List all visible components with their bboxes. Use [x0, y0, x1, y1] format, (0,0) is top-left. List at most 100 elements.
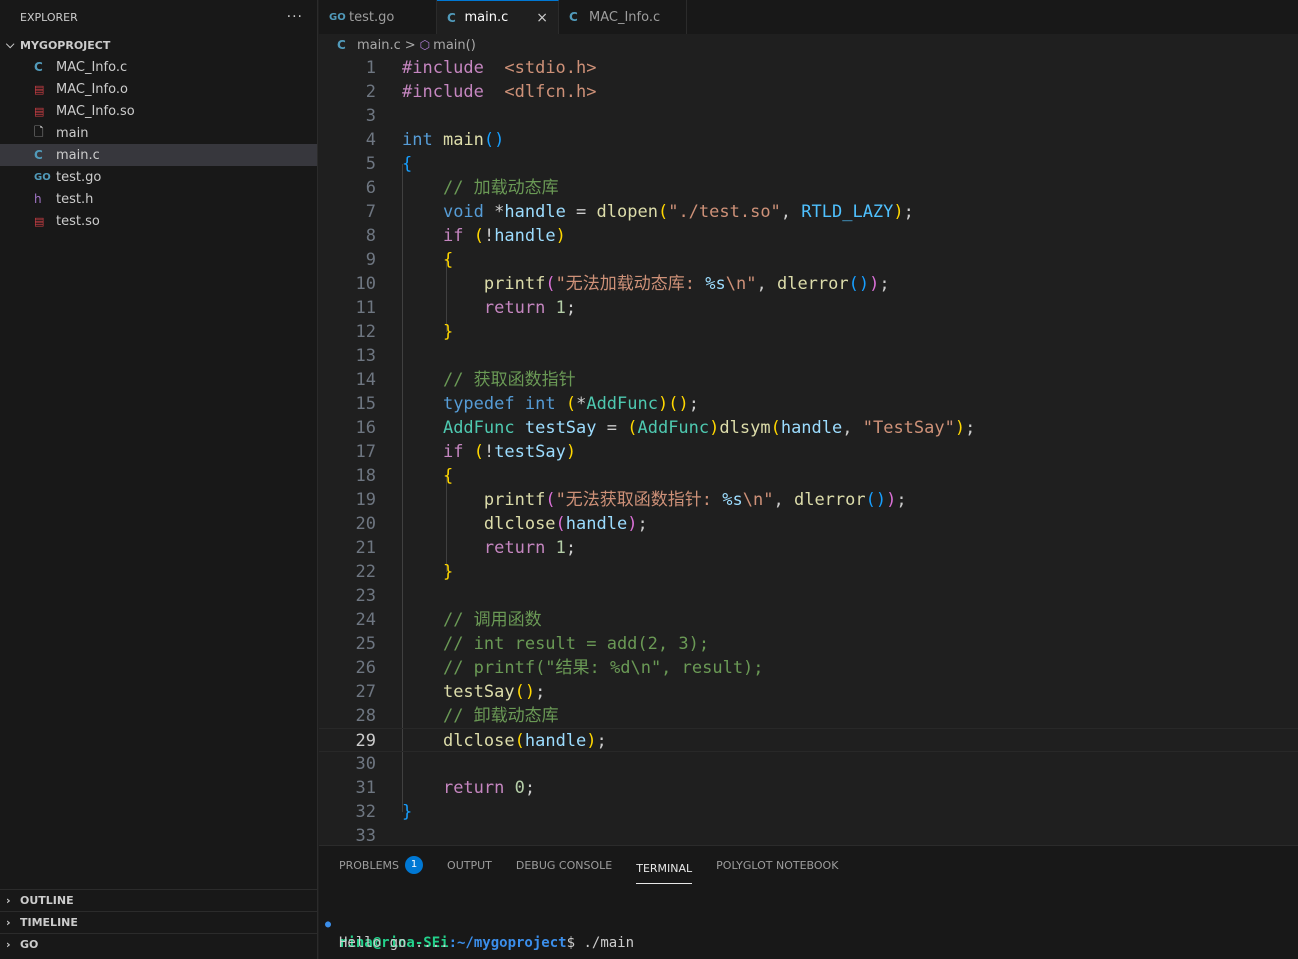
tab-output[interactable]: OUTPUT — [447, 846, 492, 884]
tab-debug-console[interactable]: DEBUG CONSOLE — [516, 846, 612, 884]
code-token: ; — [596, 731, 607, 751]
code-line[interactable]: 30 — [319, 752, 1298, 776]
code-token: testSay — [442, 682, 515, 702]
line-number: 24 — [355, 610, 376, 630]
code-line[interactable]: 17 if (!testSay) — [319, 440, 1298, 464]
go-section[interactable]: › GO — [0, 933, 318, 955]
outline-section[interactable]: › OUTLINE — [0, 889, 318, 911]
tab-test-go[interactable]: GO test.go — [319, 0, 437, 34]
code-text: printf("无法加载动态库: %s\n", dlerror()); — [402, 272, 890, 296]
more-actions-icon[interactable]: ··· — [287, 9, 303, 25]
file-item-test-so[interactable]: ▤ test.so — [0, 210, 317, 232]
code-line[interactable]: 2 #include <dlfcn.h> — [319, 80, 1298, 104]
code-token: , — [773, 490, 794, 510]
code-token: ( — [657, 202, 669, 222]
line-number: 20 — [355, 514, 376, 534]
code-text: int main() — [402, 128, 504, 152]
code-line[interactable]: 28 // 卸载动态库 — [319, 704, 1298, 728]
code-line[interactable]: 4 int main() — [319, 128, 1298, 152]
code-token: <dlfcn.h> — [504, 82, 597, 102]
code-line[interactable]: 6 // 加载动态库 — [319, 176, 1298, 200]
chevron-down-icon: ⌵ — [6, 38, 15, 51]
code-line[interactable]: 10 printf("无法加载动态库: %s\n", dlerror()); — [319, 272, 1298, 296]
tab-terminal[interactable]: TERMINAL — [636, 854, 693, 884]
code-token: ; — [688, 394, 699, 414]
file-item-test-go[interactable]: GO test.go — [0, 166, 317, 188]
code-token: ; — [524, 778, 536, 798]
code-line[interactable]: 20 dlclose(handle); — [319, 512, 1298, 536]
file-item-test-h[interactable]: h test.h — [0, 188, 317, 210]
tab-polyglot-notebook[interactable]: POLYGLOT NOTEBOOK — [716, 846, 838, 884]
code-token: return — [442, 778, 505, 798]
code-line[interactable]: 31 return 0; — [319, 776, 1298, 800]
code-line[interactable]: 13 — [319, 344, 1298, 368]
close-icon[interactable]: × — [536, 10, 548, 26]
tab-problems[interactable]: PROBLEMS 1 — [339, 846, 424, 884]
code-line[interactable]: 15 typedef int (*AddFunc)(); — [319, 392, 1298, 416]
code-line[interactable]: 3 — [319, 104, 1298, 128]
code-token: AddFunc — [637, 418, 710, 438]
line-number: 18 — [355, 466, 376, 486]
file-item-mac-info-o[interactable]: ▤ MAC_Info.o — [0, 78, 317, 100]
line-number: 17 — [355, 442, 376, 462]
code-line[interactable]: 26 // printf("结果: %d\n", result); — [319, 656, 1298, 680]
breadcrumb-symbol[interactable]: main() — [433, 38, 476, 53]
file-label: test.so — [56, 213, 100, 229]
code-token: () — [848, 274, 870, 294]
tab-main-c[interactable]: Cmain.c × — [437, 0, 559, 34]
file-item-main-c[interactable]: Cmain.c — [0, 144, 317, 166]
code-token: 1 — [555, 298, 566, 318]
code-line[interactable]: 1 #include <stdio.h> — [319, 56, 1298, 80]
go-label: GO — [20, 938, 39, 951]
code-line[interactable]: 12 } — [319, 320, 1298, 344]
panel-tabs: PROBLEMS 1 OUTPUT DEBUG CONSOLE TERMINAL … — [319, 846, 1298, 884]
code-line[interactable]: 33 — [319, 824, 1298, 845]
code-token: 0 — [514, 778, 525, 798]
code-line[interactable]: 7 void *handle = dlopen("./test.so", RTL… — [319, 200, 1298, 224]
code-line[interactable]: 5{ — [319, 152, 1298, 176]
breadcrumb-separator: > — [404, 37, 416, 53]
code-line[interactable]: 19 printf("无法获取函数指针: %s\n", dlerror()); — [319, 488, 1298, 512]
explorer-title: EXPLORER — [20, 10, 78, 24]
file-item-main[interactable]: 🗋 main — [0, 122, 317, 144]
code-line[interactable]: 11 return 1; — [319, 296, 1298, 320]
code-token: ) — [954, 418, 966, 438]
code-text: if (!testSay) — [402, 440, 576, 464]
code-line[interactable]: 14 // 获取函数指针 — [319, 368, 1298, 392]
project-folder[interactable]: ⌵ MYGOPROJECT — [0, 34, 317, 56]
file-item-mac-info-c[interactable]: C MAC_Info.c — [0, 56, 317, 78]
code-line[interactable]: 9 { — [319, 248, 1298, 272]
code-line[interactable]: 21 return 1; — [319, 536, 1298, 560]
code-line[interactable]: 18 { — [319, 464, 1298, 488]
code-line[interactable]: 22 } — [319, 560, 1298, 584]
code-line[interactable]: 16 AddFunc testSay = (AddFunc)dlsym(hand… — [319, 416, 1298, 440]
tab-label: DEBUG CONSOLE — [515, 858, 613, 872]
code-line[interactable]: 23 — [319, 584, 1298, 608]
line-number: 32 — [355, 802, 376, 822]
timeline-section[interactable]: › TIMELINE — [0, 911, 318, 933]
breadcrumb-file[interactable]: main.c — [357, 38, 401, 53]
code-token: dlclose — [442, 731, 515, 751]
explorer-sidebar: EXPLORER ··· ⌵ MYGOPROJECT C MAC_Info.c ▤… — [0, 0, 318, 959]
code-line[interactable]: 32} — [319, 800, 1298, 824]
vscode-window: EXPLORER ··· ⌵ MYGOPROJECT C MAC_Info.c ▤… — [0, 0, 1298, 959]
file-label: test.h — [56, 191, 94, 207]
code-token: ) — [869, 274, 880, 294]
code-token: #include — [402, 58, 484, 78]
file-item-mac-info-so[interactable]: ▤ MAC_Info.so — [0, 100, 317, 122]
code-token: dlerror — [776, 274, 849, 294]
code-line[interactable]: 25 // int result = add(2, 3); — [319, 632, 1298, 656]
c-file-icon: C — [569, 10, 578, 24]
code-line[interactable]: 24 // 调用函数 — [319, 608, 1298, 632]
code-editor[interactable]: 1 #include <stdio.h> 2 #include <dlfcn.h> 3 4… — [319, 56, 1298, 845]
code-token: "无法获取函数指针: — [555, 490, 723, 510]
code-line[interactable]: 8 if (!handle) — [319, 224, 1298, 248]
tab-mac-info-c[interactable]: C MAC_Info.c — [559, 0, 687, 34]
code-line[interactable]: 27 testSay(); — [319, 680, 1298, 704]
code-line[interactable]: 29 dlclose(handle); — [319, 728, 1298, 752]
code-text: // 调用函数 — [402, 608, 542, 632]
problems-count-badge: 1 — [405, 856, 424, 874]
